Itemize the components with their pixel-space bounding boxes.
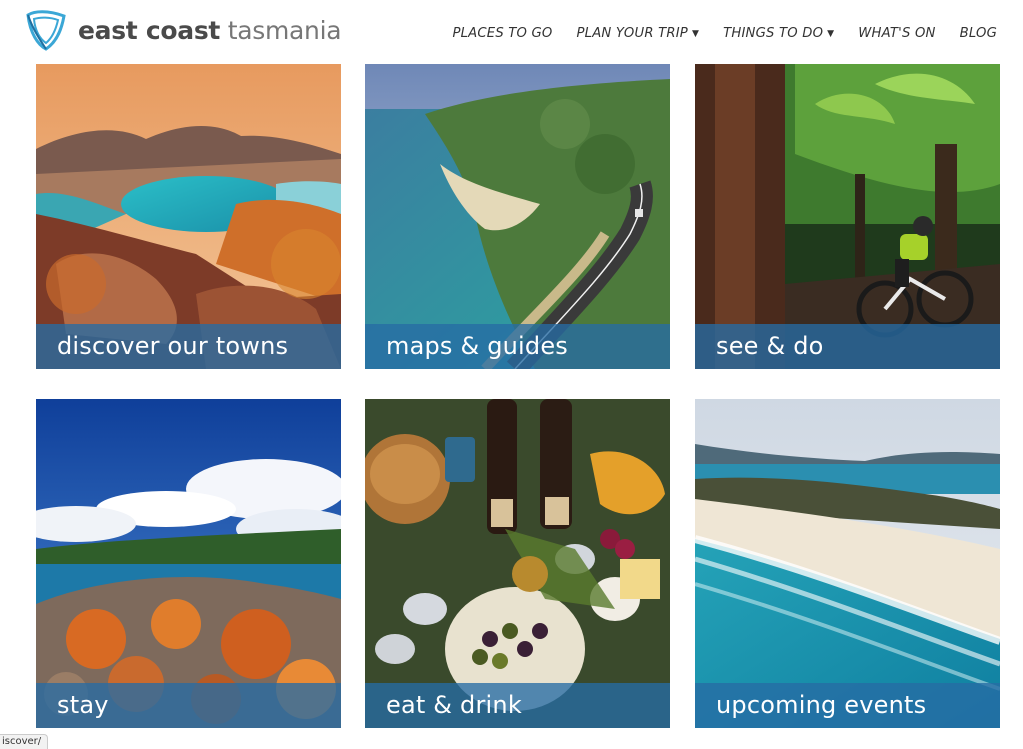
nav-things-to-do[interactable]: THINGS TO DO ▼: [723, 26, 834, 41]
nav-label: PLACES TO GO: [452, 26, 553, 41]
site-header: east coast tasmania PLACES TO GO PLAN YO…: [0, 0, 1023, 64]
logo-text: east coast tasmania: [78, 15, 342, 45]
nav-whats-on[interactable]: WHAT'S ON: [858, 26, 935, 41]
tile-label: eat & drink: [365, 683, 670, 728]
wine-oysters-platter-photo: [365, 399, 670, 728]
tile-eat-and-drink[interactable]: eat & drink: [365, 399, 670, 728]
status-bar-url: iscover/: [0, 734, 49, 749]
logo-light-text: tasmania: [227, 15, 342, 45]
caret-down-icon: ▼: [691, 29, 700, 39]
nav-places-to-go[interactable]: PLACES TO GO: [452, 26, 552, 41]
nav-label: WHAT'S ON: [858, 26, 936, 41]
aerial-beach-photo: [695, 399, 1000, 728]
nav-label: BLOG: [959, 26, 997, 41]
tile-see-and-do[interactable]: see & do: [695, 64, 1000, 369]
nav-blog[interactable]: BLOG: [960, 26, 997, 41]
tile-label: discover our towns: [36, 324, 341, 369]
tile-label: stay: [36, 683, 341, 728]
logo-bold-text: east coast: [78, 15, 221, 45]
caret-down-icon: ▼: [827, 29, 835, 39]
tile-label: see & do: [695, 324, 1000, 369]
nav-label: THINGS TO DO: [723, 26, 824, 41]
nav-plan-your-trip[interactable]: PLAN YOUR TRIP ▼: [577, 26, 700, 41]
tile-maps-and-guides[interactable]: maps & guides: [365, 64, 670, 369]
tile-discover-our-towns[interactable]: discover our towns: [36, 64, 341, 369]
tile-upcoming-events[interactable]: upcoming events: [695, 399, 1000, 728]
nav-label: PLAN YOUR TRIP: [576, 26, 688, 41]
orange-lichen-rocks-photo: [36, 399, 341, 728]
tile-label: maps & guides: [365, 324, 670, 369]
tile-label: upcoming events: [695, 683, 1000, 728]
tile-stay[interactable]: stay: [36, 399, 341, 728]
main-nav: PLACES TO GO PLAN YOUR TRIP ▼ THINGS TO D…: [452, 26, 997, 41]
wave-logo-icon: [26, 10, 66, 51]
site-logo[interactable]: east coast tasmania: [24, 6, 342, 54]
